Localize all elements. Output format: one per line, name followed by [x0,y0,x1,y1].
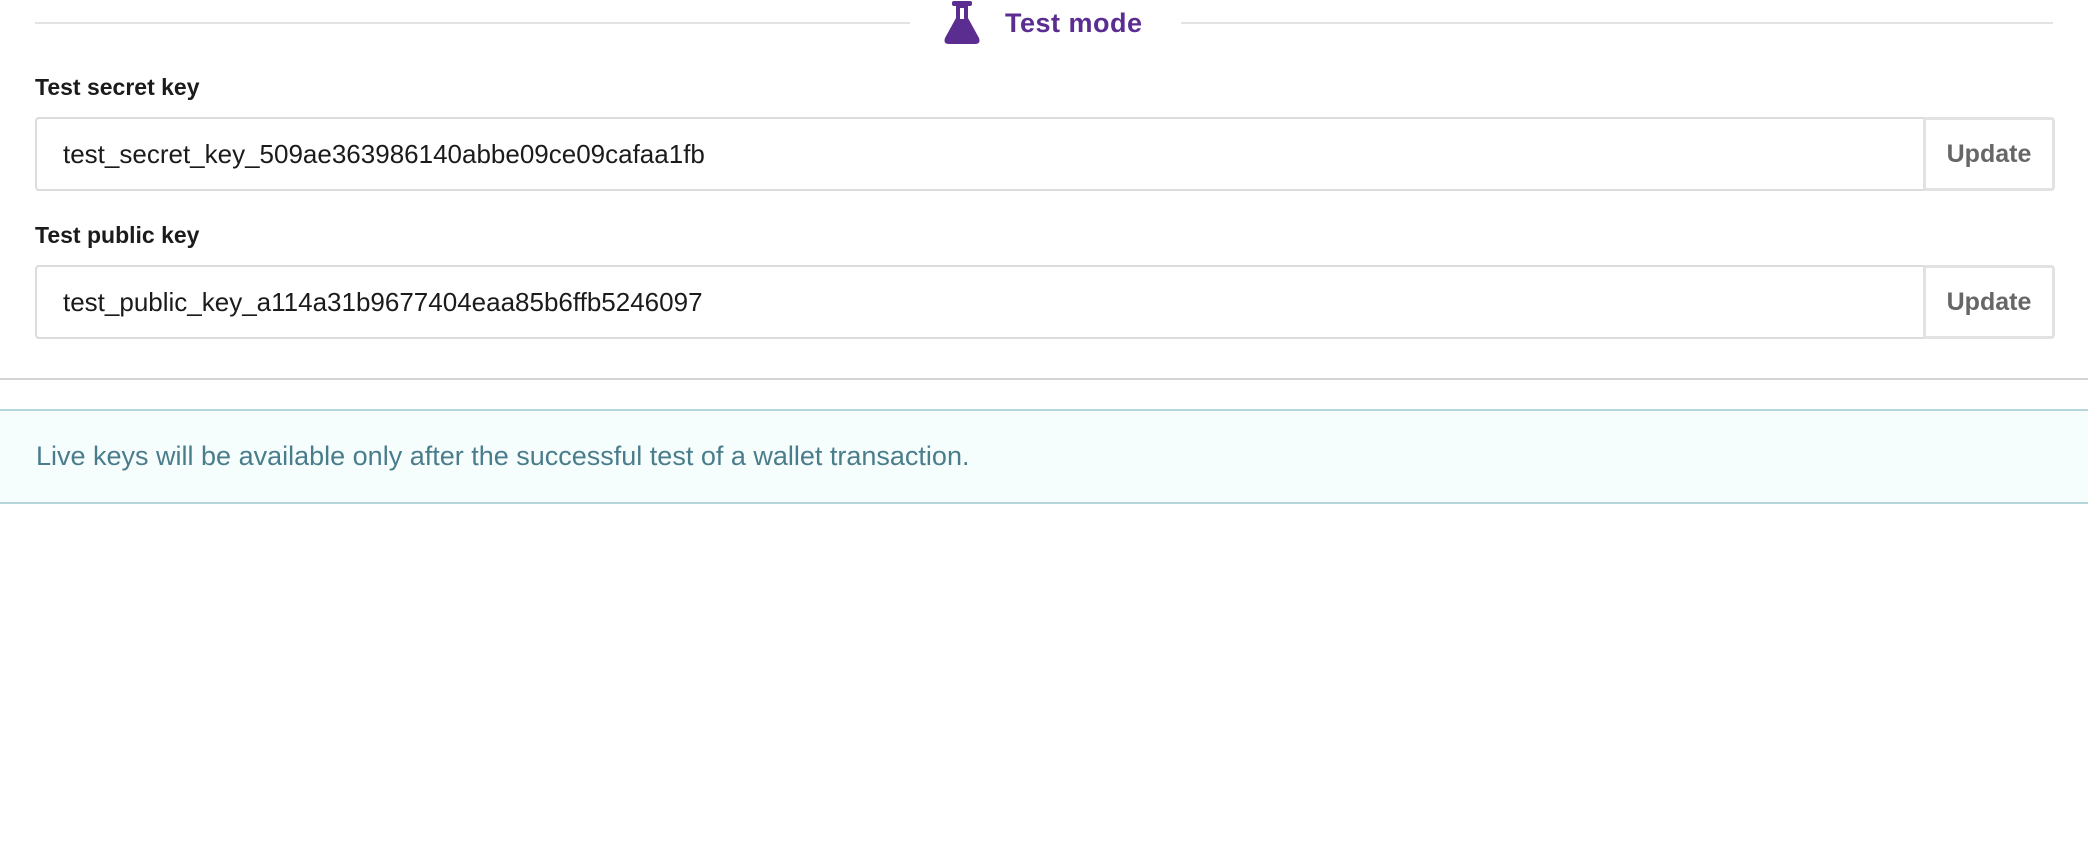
update-secret-key-button[interactable]: Update [1923,117,2055,191]
section-title-label: Test mode [1005,7,1143,38]
header-divider-left [35,22,910,24]
secret-key-input[interactable] [35,117,1923,191]
section-title: Test mode [943,0,1143,46]
flask-icon [944,1,980,44]
info-alert: Live keys will be available only after t… [0,409,2088,504]
secret-key-label: Test secret key [35,74,200,100]
public-key-input[interactable] [35,265,1923,339]
public-key-label: Test public key [35,222,200,248]
secret-key-row: Update [35,117,2055,191]
public-key-row: Update [35,265,2055,339]
header-divider-right [1181,22,2053,24]
section-divider [0,378,2088,380]
test-mode-section-header: Test mode [35,0,2053,46]
update-public-key-button[interactable]: Update [1923,265,2055,339]
alert-message: Live keys will be available only after t… [36,441,970,471]
